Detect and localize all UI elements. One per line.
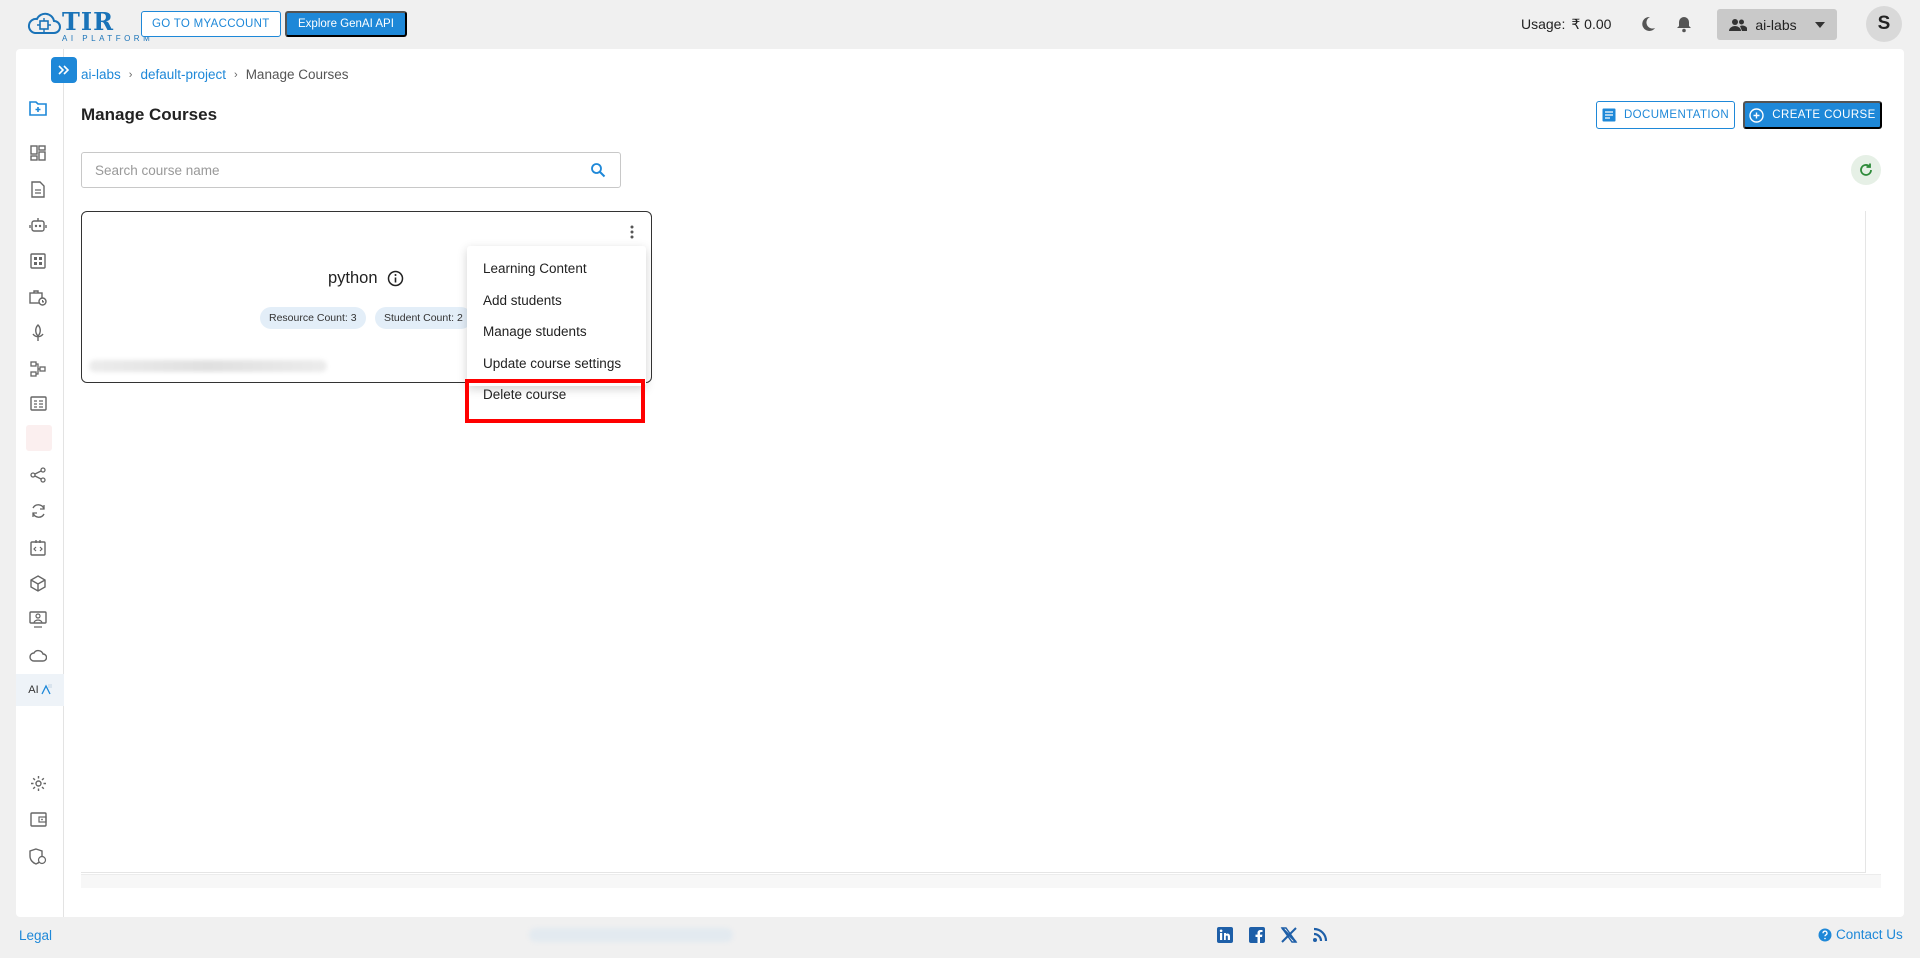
search-input[interactable] — [95, 153, 575, 187]
code-box-icon[interactable] — [28, 537, 48, 557]
sidebar-expand-button[interactable] — [51, 57, 77, 83]
menu-item-add-students[interactable]: Add students — [483, 293, 562, 308]
cube-icon[interactable] — [28, 573, 48, 593]
contact-us-link[interactable]: Contact Us — [1818, 927, 1903, 942]
go-to-myaccount-button[interactable]: GO TO MYACCOUNT — [141, 11, 281, 37]
course-title: python — [328, 269, 404, 288]
breadcrumb-ai-labs[interactable]: ai-labs — [81, 67, 121, 82]
info-icon[interactable] — [387, 270, 404, 287]
search-box — [81, 152, 621, 188]
footer — [0, 920, 1920, 958]
refresh-button[interactable] — [1851, 155, 1881, 185]
sidebar-placeholder-item[interactable] — [26, 425, 52, 451]
robot-icon[interactable] — [28, 215, 48, 235]
dashboard-icon[interactable] — [28, 143, 48, 163]
group-icon — [1729, 18, 1748, 31]
menu-item-learning-content[interactable]: Learning Content — [483, 261, 587, 276]
caret-down-icon — [1814, 21, 1825, 28]
breadcrumb: ai-labs › default-project › Manage Cours… — [81, 67, 349, 82]
user-avatar[interactable]: S — [1866, 6, 1902, 42]
create-course-label: CREATE COURSE — [1772, 109, 1876, 121]
document-icon[interactable] — [28, 179, 48, 199]
sidebar-item-ai-labs[interactable]: AI — [16, 674, 64, 706]
usage-value: ₹ 0.00 — [1571, 16, 1612, 32]
document-list-icon — [1602, 108, 1616, 122]
dark-mode-icon[interactable] — [1638, 14, 1658, 34]
more-vertical-icon — [630, 225, 634, 239]
monitor-user-icon[interactable] — [28, 609, 48, 629]
double-chevron-right-icon — [58, 65, 70, 75]
ai-labs-label: AI — [28, 684, 39, 696]
menu-item-manage-students[interactable]: Manage students — [483, 324, 587, 339]
course-name: python — [328, 269, 378, 287]
rss-icon[interactable] — [1311, 926, 1329, 944]
usage-display: Usage: ₹ 0.00 — [1521, 16, 1611, 33]
breadcrumb-separator: › — [234, 68, 238, 81]
linkedin-icon[interactable] — [1216, 926, 1234, 944]
blurred-footer-text — [529, 928, 733, 942]
contact-us-label: Contact Us — [1836, 927, 1903, 942]
course-options-button[interactable] — [620, 220, 644, 244]
team-selector-button[interactable]: ai-labs — [1717, 9, 1837, 40]
legal-link[interactable]: Legal — [19, 928, 52, 943]
logo-title: TIR — [62, 7, 115, 36]
search-icon[interactable] — [590, 162, 606, 178]
apps-icon[interactable] — [28, 251, 48, 271]
usage-label: Usage: — [1521, 16, 1566, 32]
menu-item-update-course-settings[interactable]: Update course settings — [483, 356, 621, 371]
folder-add-icon[interactable] — [28, 98, 48, 118]
notification-bell-icon[interactable] — [1674, 14, 1694, 34]
explore-genai-api-button[interactable]: Explore GenAI API — [285, 11, 407, 37]
pipeline-icon[interactable] — [28, 359, 48, 379]
settings-icon[interactable] — [28, 773, 48, 793]
add-circle-icon — [1749, 107, 1764, 123]
briefcase-clock-icon[interactable] — [28, 287, 48, 307]
x-icon[interactable] — [1280, 926, 1298, 944]
documentation-button[interactable]: DOCUMENTATION — [1596, 101, 1735, 129]
wallet-icon[interactable] — [28, 809, 48, 829]
resource-count-badge: Resource Count: 3 — [260, 307, 366, 329]
logo-subtitle: AI PLATFORM — [62, 34, 154, 43]
facebook-icon[interactable] — [1248, 926, 1266, 944]
create-course-button[interactable]: CREATE COURSE — [1743, 101, 1882, 129]
delete-course-highlight — [465, 379, 645, 423]
documentation-label: DOCUMENTATION — [1623, 109, 1730, 121]
dataset-icon[interactable] — [28, 393, 48, 413]
breadcrumb-default-project[interactable]: default-project — [140, 67, 226, 82]
security-icon[interactable] — [28, 846, 48, 866]
deploy-icon[interactable] — [28, 323, 48, 343]
blurred-course-meta — [89, 360, 327, 372]
help-circle-icon — [1818, 928, 1832, 941]
network-icon[interactable] — [28, 465, 48, 485]
ai-labs-icon — [41, 684, 52, 695]
breadcrumb-separator: › — [128, 68, 133, 81]
student-count-badge: Student Count: 2 — [375, 307, 472, 329]
team-label: ai-labs — [1755, 16, 1797, 33]
top-bar: TIR AI PLATFORM GO TO MYACCOUNT Explore … — [0, 0, 1920, 48]
tir-logo[interactable]: TIR AI PLATFORM — [26, 7, 150, 43]
horizontal-scrollbar[interactable] — [81, 874, 1881, 888]
sync-icon[interactable] — [28, 501, 48, 521]
refresh-icon — [1860, 163, 1872, 176]
cloud-icon[interactable] — [28, 645, 48, 665]
cloud-logo-icon — [27, 12, 61, 34]
breadcrumb-current: Manage Courses — [245, 67, 349, 82]
page-title: Manage Courses — [81, 105, 218, 124]
